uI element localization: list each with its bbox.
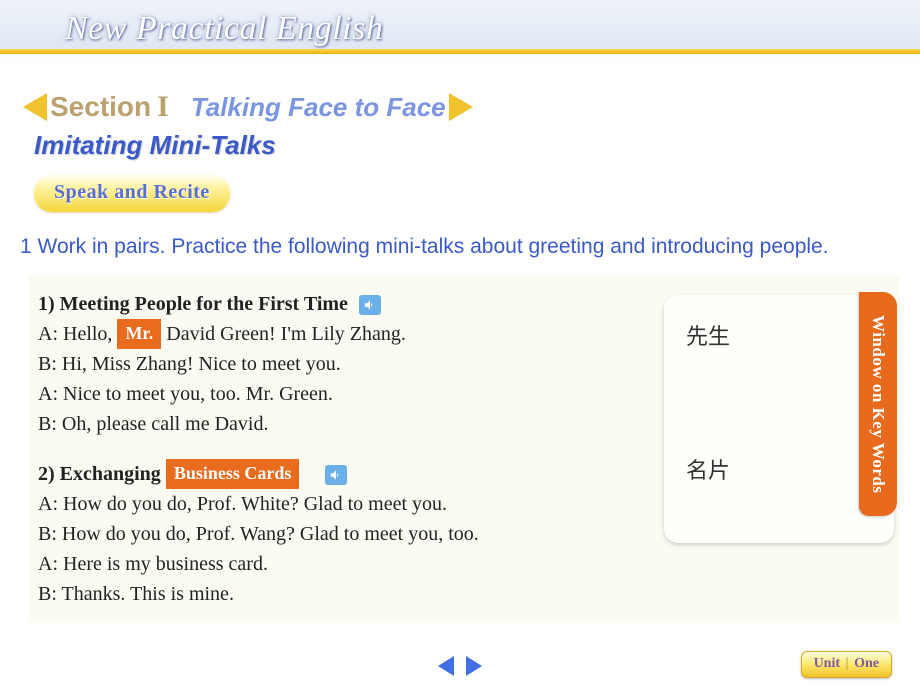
- dialogue-2-line-4: B: Thanks. This is mine.: [38, 579, 890, 609]
- triangle-left-icon[interactable]: [23, 93, 47, 121]
- speak-recite-badge: Speak and Recite: [34, 175, 230, 212]
- section-label: Section: [50, 91, 151, 123]
- speaker-icon: [329, 468, 343, 482]
- speaker-icon: [363, 298, 377, 312]
- header-accent-fade: [0, 54, 920, 62]
- next-arrow-icon[interactable]: [466, 656, 482, 676]
- keyword-tag-mr[interactable]: Mr.: [117, 319, 161, 349]
- prev-arrow-icon[interactable]: [438, 656, 454, 676]
- keyword-tag-business-cards[interactable]: Business Cards: [166, 459, 300, 489]
- dialogue-1-title: 1) Meeting People for the First Time: [38, 293, 348, 315]
- section-subtitle: Talking Face to Face: [191, 92, 446, 123]
- key-words-tab[interactable]: Window on Key Words: [859, 292, 897, 516]
- unit-badge[interactable]: Unit | One: [801, 651, 892, 678]
- dialogue-2-line-3: A: Here is my business card.: [38, 549, 890, 579]
- subheading: Imitating Mini-Talks: [34, 130, 920, 161]
- unit-separator: |: [846, 656, 849, 671]
- key-words-card: 先生 名片 Window on Key Words: [664, 295, 894, 543]
- audio-icon[interactable]: [359, 295, 381, 315]
- section-heading-row: Section I Talking Face to Face: [24, 90, 920, 124]
- triangle-right-icon[interactable]: [449, 93, 473, 121]
- instruction-text: 1 Work in pairs. Practice the following …: [20, 232, 920, 261]
- audio-icon[interactable]: [325, 465, 347, 485]
- section-number: I: [157, 90, 169, 124]
- header-banner: New Practical English: [0, 0, 920, 62]
- footer-nav: [438, 656, 482, 676]
- keyword-translation-1: 先生: [686, 319, 850, 351]
- unit-name: One: [854, 656, 879, 671]
- d1-l1-post: David Green! I'm Lily Zhang.: [166, 323, 406, 345]
- dialogue-container: 1) Meeting People for the First Time A: …: [28, 275, 900, 623]
- keyword-translation-2: 名片: [686, 453, 850, 485]
- unit-label: Unit: [814, 656, 840, 671]
- d1-l1-pre: A: Hello,: [38, 323, 112, 345]
- dialogue-2-title: 2) Exchanging: [38, 463, 161, 485]
- course-title: New Practical English: [65, 10, 383, 48]
- speak-recite-text: Speak and Recite: [54, 181, 210, 203]
- key-words-tab-label: Window on Key Words: [868, 315, 888, 493]
